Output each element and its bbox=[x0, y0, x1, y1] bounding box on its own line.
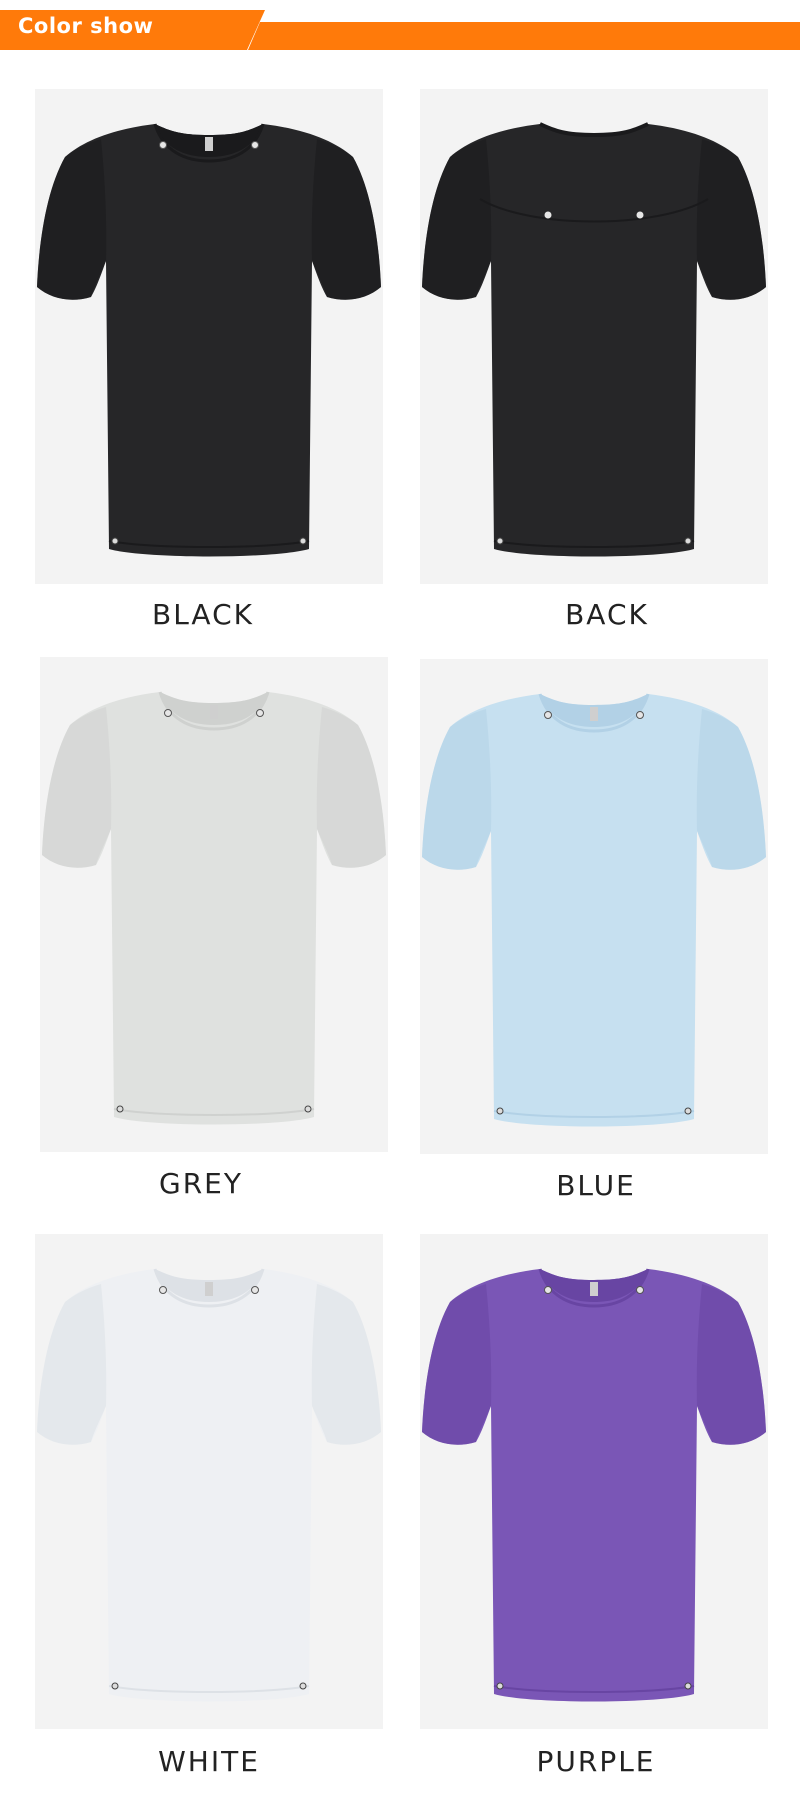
hem-rivet-right bbox=[684, 1107, 692, 1115]
product-image-purple bbox=[420, 1234, 768, 1729]
tshirt-graphic bbox=[37, 123, 381, 557]
left-sleeve-shade bbox=[37, 1284, 107, 1445]
tshirt-graphic bbox=[422, 1268, 766, 1702]
neck-label bbox=[590, 707, 598, 721]
tshirt-graphic bbox=[422, 693, 766, 1127]
left-sleeve-shade bbox=[42, 707, 112, 868]
color-label-grey: GREY bbox=[159, 1167, 243, 1200]
neck-label bbox=[590, 1282, 598, 1296]
right-sleeve-shade bbox=[696, 709, 766, 870]
left-sleeve-shade bbox=[422, 709, 492, 870]
header-stripe bbox=[248, 22, 800, 50]
hem-rivet-right bbox=[299, 537, 307, 545]
right-sleeve-shade bbox=[696, 139, 766, 300]
hem-rivet-right bbox=[684, 537, 692, 545]
hem-rivet-left bbox=[496, 537, 504, 545]
right-sleeve-shade bbox=[311, 1284, 381, 1445]
collar-rivet-right bbox=[251, 141, 259, 149]
tshirt-graphic bbox=[37, 1268, 381, 1702]
right-sleeve-shade bbox=[316, 707, 386, 868]
color-show-header: Color show bbox=[0, 0, 800, 52]
left-sleeve-shade bbox=[422, 139, 492, 300]
product-image-black bbox=[35, 89, 383, 584]
hem-rivet-left bbox=[496, 1107, 504, 1115]
collar-rivet-right bbox=[636, 711, 644, 719]
collar-rivet-right bbox=[256, 709, 264, 717]
back-vent-left bbox=[544, 211, 552, 219]
right-sleeve-shade bbox=[696, 1284, 766, 1445]
collar-rivet-left bbox=[544, 711, 552, 719]
left-sleeve-shade bbox=[422, 1284, 492, 1445]
hem-rivet-right bbox=[684, 1682, 692, 1690]
product-image-blue bbox=[420, 659, 768, 1154]
back-vent-right bbox=[636, 211, 644, 219]
hem-rivet-left bbox=[111, 1682, 119, 1690]
product-image-grey bbox=[40, 657, 388, 1152]
collar-rivet-right bbox=[251, 1286, 259, 1294]
neck-label bbox=[210, 705, 218, 719]
header-title: Color show bbox=[18, 14, 154, 38]
hem-rivet-right bbox=[304, 1105, 312, 1113]
color-label-white: WHITE bbox=[158, 1745, 260, 1778]
neck-label bbox=[205, 137, 213, 151]
product-image-white bbox=[35, 1234, 383, 1729]
color-label-blue: BLUE bbox=[556, 1169, 636, 1202]
left-sleeve-shade bbox=[37, 139, 107, 300]
color-label-back: BACK bbox=[565, 598, 649, 631]
collar-rivet-right bbox=[636, 1286, 644, 1294]
tshirt-graphic bbox=[422, 122, 766, 557]
collar-rivet-left bbox=[544, 1286, 552, 1294]
color-label-black: BLACK bbox=[151, 598, 255, 631]
color-label-purple: PURPLE bbox=[536, 1745, 656, 1778]
collar-rivet-left bbox=[159, 1286, 167, 1294]
hem-rivet-left bbox=[116, 1105, 124, 1113]
hem-rivet-right bbox=[299, 1682, 307, 1690]
collar-rivet-left bbox=[164, 709, 172, 717]
right-sleeve-shade bbox=[311, 139, 381, 300]
collar-rivet-left bbox=[159, 141, 167, 149]
hem-rivet-left bbox=[496, 1682, 504, 1690]
tshirt-graphic bbox=[42, 691, 386, 1125]
hem-rivet-left bbox=[111, 537, 119, 545]
neck-label bbox=[205, 1282, 213, 1296]
product-image-back bbox=[420, 89, 768, 584]
